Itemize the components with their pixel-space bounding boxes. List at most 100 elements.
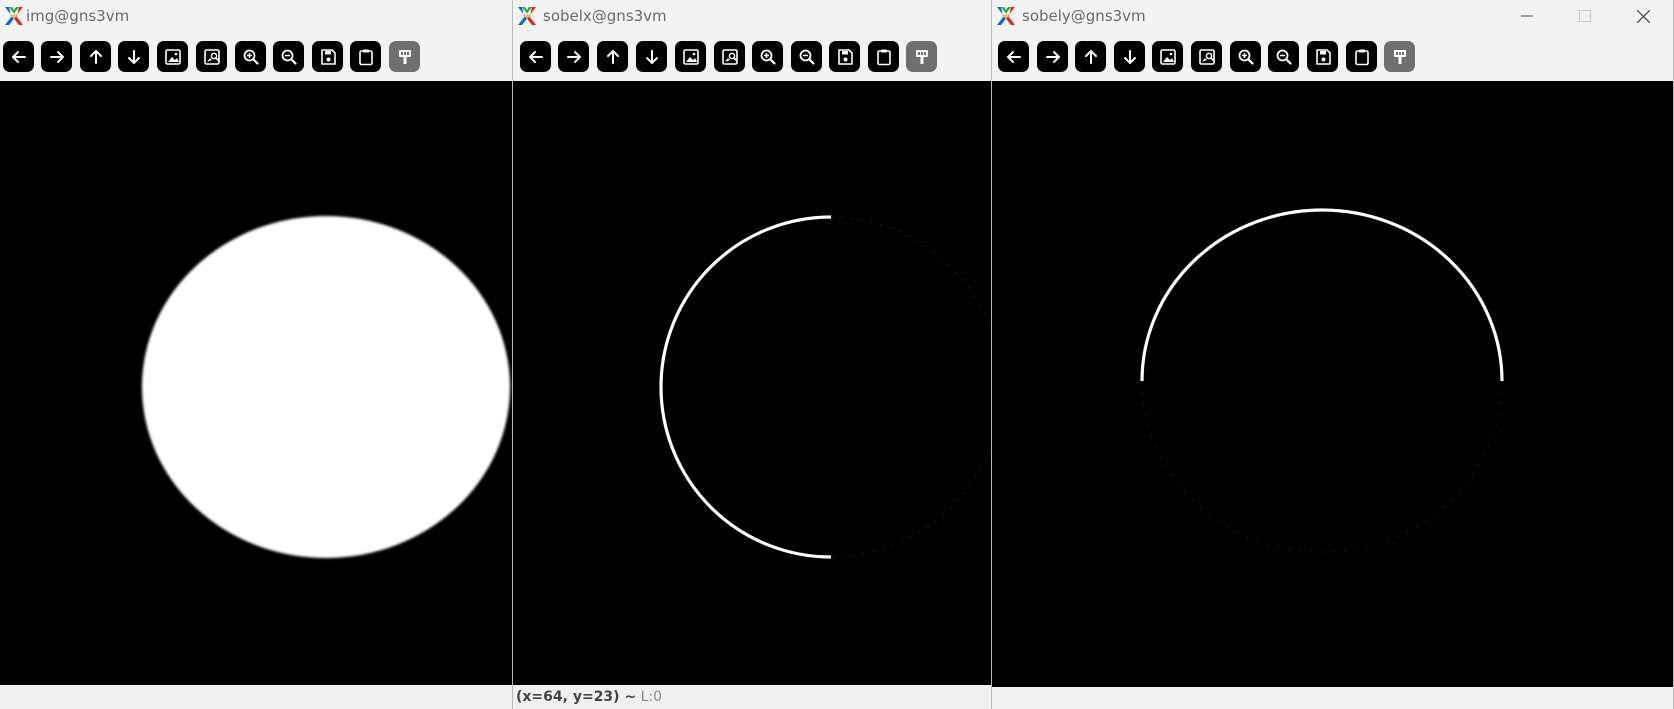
image-search-icon (1198, 48, 1215, 65)
window-sobelx: sobelx@gns3vm (x=64, y=23) ~ L:0 (512, 0, 992, 709)
clipboard-button[interactable] (868, 41, 899, 72)
zoom-out-icon (281, 49, 297, 65)
arrow-left-icon (528, 50, 543, 63)
image-icon (164, 48, 181, 65)
arrow-right-icon (1045, 50, 1060, 63)
window-sobely: sobely@gns3vm (992, 0, 1674, 709)
x-logo-icon (996, 6, 1016, 26)
arrow-up-icon (606, 49, 619, 64)
paint-brush-icon (1393, 49, 1406, 64)
arrow-up-button[interactable] (597, 41, 628, 72)
minimize-button[interactable] (1498, 0, 1556, 32)
paint-brush-icon (915, 49, 928, 64)
paint-brush-icon (398, 49, 411, 64)
image-search-button[interactable] (1191, 41, 1222, 72)
save-button[interactable] (829, 41, 860, 72)
toolbar (513, 32, 991, 80)
pixel-coords: (x=64, y=23) ~ (516, 689, 637, 705)
arrow-left-button[interactable] (520, 41, 551, 72)
image-search-icon (721, 48, 738, 65)
paint-brush-button[interactable] (906, 41, 937, 72)
sobely-faint-arc (1141, 380, 1503, 553)
arrow-down-button[interactable] (118, 41, 149, 72)
arrow-right-button[interactable] (41, 41, 72, 72)
white-disk (142, 216, 510, 558)
image-canvas[interactable] (513, 81, 991, 685)
arrow-right-button[interactable] (1037, 41, 1068, 72)
sobelx-faint-arc (830, 216, 991, 558)
image-icon (1159, 48, 1176, 65)
arrow-down-icon (645, 49, 658, 64)
arrow-left-icon (11, 50, 26, 63)
image-search-button[interactable] (714, 41, 745, 72)
arrow-down-button[interactable] (636, 41, 667, 72)
window-img: img@gns3vm (0, 0, 512, 709)
clipboard-icon (358, 49, 373, 65)
arrow-down-icon (127, 49, 140, 64)
close-icon (1636, 9, 1650, 23)
clipboard-button[interactable] (350, 41, 381, 72)
arrow-left-button[interactable] (3, 41, 34, 72)
arrow-right-icon (49, 50, 64, 63)
save-button[interactable] (312, 41, 343, 72)
titlebar[interactable]: sobelx@gns3vm (513, 0, 991, 32)
save-icon (1315, 48, 1331, 65)
arrow-up-icon (89, 49, 102, 64)
paint-brush-button[interactable] (1384, 41, 1415, 72)
arrow-down-button[interactable] (1114, 41, 1145, 72)
clipboard-icon (876, 49, 891, 65)
clipboard-icon (1354, 49, 1369, 65)
zoom-in-icon (1238, 49, 1254, 65)
arrow-up-button[interactable] (1075, 41, 1106, 72)
maximize-button[interactable] (1556, 0, 1614, 32)
titlebar[interactable]: sobely@gns3vm (992, 0, 1673, 32)
x-logo-icon (4, 6, 24, 26)
arrow-left-icon (1006, 50, 1021, 63)
image-canvas[interactable] (992, 81, 1673, 687)
titlebar[interactable]: img@gns3vm (0, 0, 512, 32)
arrow-up-icon (1084, 49, 1097, 64)
image-canvas[interactable] (0, 81, 512, 685)
arrow-right-icon (566, 50, 581, 63)
arrow-left-button[interactable] (998, 41, 1029, 72)
pixel-level: L:0 (640, 689, 663, 705)
save-button[interactable] (1307, 41, 1338, 72)
sobely-edge-arc (1140, 208, 1504, 382)
window-title: sobely@gns3vm (1022, 7, 1146, 25)
image-icon (682, 48, 699, 65)
paint-brush-button[interactable] (389, 41, 420, 72)
zoom-out-icon (1276, 49, 1292, 65)
save-icon (837, 48, 853, 65)
zoom-in-icon (760, 49, 776, 65)
zoom-out-icon (799, 49, 815, 65)
image-button[interactable] (1152, 41, 1183, 72)
status-text: (x=64, y=23) ~ L:0 (516, 689, 662, 705)
zoom-in-button[interactable] (752, 41, 783, 72)
save-icon (320, 48, 336, 65)
zoom-in-button[interactable] (235, 41, 266, 72)
close-button[interactable] (1614, 0, 1672, 32)
arrow-down-icon (1123, 49, 1136, 64)
zoom-out-button[interactable] (791, 41, 822, 72)
toolbar (0, 32, 512, 80)
zoom-out-button[interactable] (1268, 41, 1299, 72)
sobelx-edge-arc (659, 215, 832, 559)
zoom-in-icon (243, 49, 259, 65)
zoom-out-button[interactable] (273, 41, 304, 72)
x-logo-icon (517, 6, 537, 26)
maximize-icon (1579, 10, 1591, 22)
status-bar: (x=64, y=23) ~ L:0 (513, 685, 991, 709)
clipboard-button[interactable] (1346, 41, 1377, 72)
status-bar (0, 685, 512, 709)
image-search-icon (203, 48, 220, 65)
image-button[interactable] (157, 41, 188, 72)
image-button[interactable] (675, 41, 706, 72)
arrow-right-button[interactable] (558, 41, 589, 72)
window-title: sobelx@gns3vm (543, 7, 667, 25)
image-search-button[interactable] (196, 41, 227, 72)
arrow-up-button[interactable] (80, 41, 111, 72)
window-title: img@gns3vm (26, 7, 130, 25)
toolbar (992, 32, 1673, 80)
zoom-in-button[interactable] (1230, 41, 1261, 72)
minimize-icon (1521, 15, 1533, 17)
